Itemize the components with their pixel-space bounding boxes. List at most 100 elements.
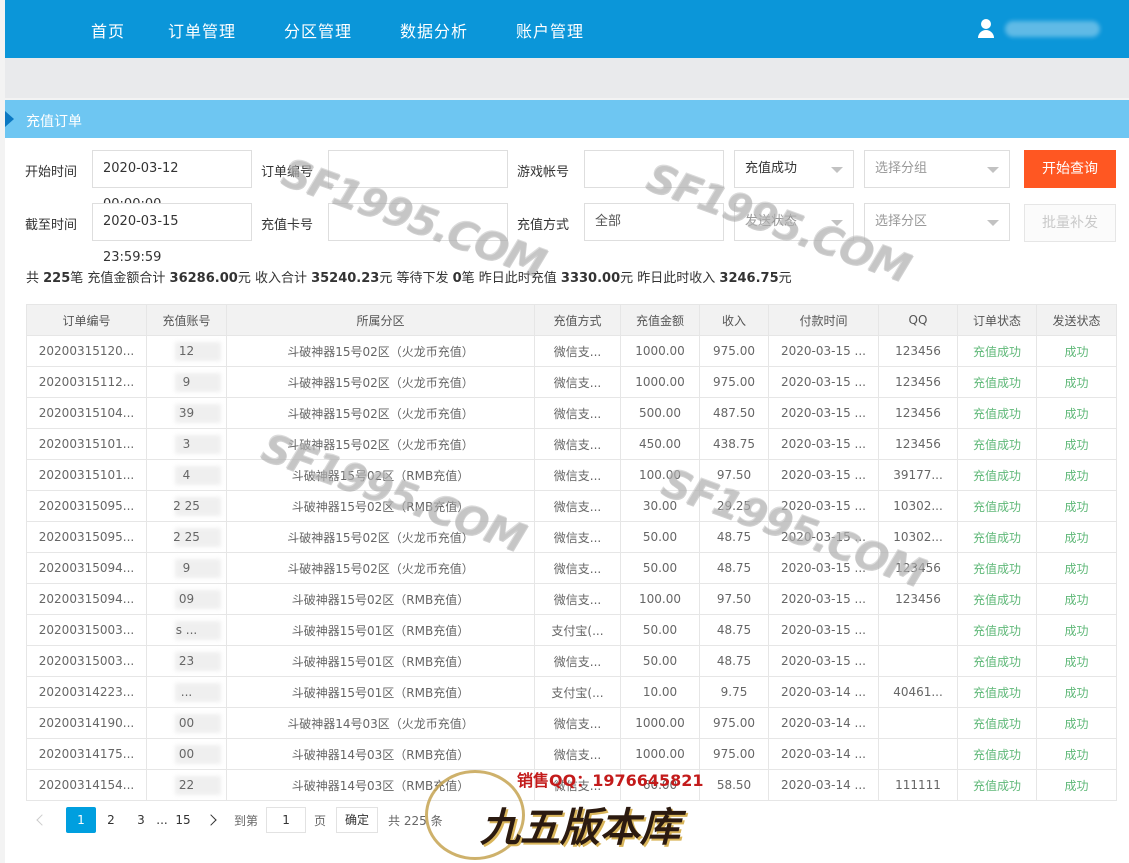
table-row[interactable]: 20200315094... 09 斗破神器15号02区（RMB充值） 微信支... 1… [26, 583, 1117, 615]
chevron-down-icon [987, 220, 999, 226]
nav-item-home[interactable]: 首页 [91, 18, 125, 42]
page-button-current[interactable]: 1 [66, 807, 96, 833]
table-row[interactable]: 20200315104... 39 斗破神器15号02区（火龙币充值） 微信支... 5… [26, 397, 1117, 429]
column-header[interactable]: 充值金额 [620, 304, 700, 336]
summary-text: 元 [778, 271, 792, 286]
nav-item-analytics[interactable]: 数据分析 [400, 18, 468, 42]
table-row[interactable]: 20200315003... s ... 斗破神器15号01区（RMB充值） 支付宝(… [26, 614, 1117, 646]
account-text: 3 [182, 437, 191, 451]
column-header[interactable]: 收入 [699, 304, 769, 336]
qq-cell: 10302... [878, 521, 958, 553]
table-row[interactable]: 20200315094... 9 斗破神器15号02区（火龙币充值） 微信支... 50… [26, 552, 1117, 584]
order-no-cell: 20200315094... [26, 583, 147, 615]
pay-method-cell: 微信支... [534, 521, 621, 553]
order-no-cell: 20200315095... [26, 521, 147, 553]
send-status-select[interactable]: 发送状态 [734, 203, 854, 241]
table-row[interactable]: 20200315003... 23 斗破神器15号01区（RMB充值） 微信支... 5… [26, 645, 1117, 677]
amount-cell: 50.00 [620, 614, 700, 646]
logo-text: 九五版本库 [480, 804, 680, 851]
prev-page-button[interactable] [26, 807, 56, 833]
table-row[interactable]: 20200314223...... 斗破神器15号01区（RMB充值） 支付宝(..… [26, 676, 1117, 708]
table-row[interactable]: 20200314190... 00 斗破神器14号03区（火龙币充值） 微信支... 1… [26, 707, 1117, 739]
pay-time-cell: 2020-03-14 ... [768, 769, 879, 801]
game-account-input[interactable] [584, 150, 724, 188]
table-row[interactable]: 20200315095... 2 25 斗破神器15号02区（RMB充值） 微信支..… [26, 490, 1117, 522]
table-row[interactable]: 20200315101... 4 斗破神器15号02区（RMB充值） 微信支... 10… [26, 459, 1117, 491]
goto-confirm-button[interactable]: 确定 [336, 807, 379, 833]
zone-cell: 斗破神器15号02区（RMB充值） [226, 459, 535, 491]
chevron-down-icon [831, 167, 843, 173]
order-status-cell: 充值成功 [957, 552, 1037, 584]
column-header[interactable]: 充值账号 [146, 304, 227, 336]
card-no-input[interactable] [328, 203, 508, 241]
zone-cell: 斗破神器15号02区（火龙币充值） [226, 428, 535, 460]
goto-page-input[interactable]: 1 [266, 807, 307, 833]
zone-select[interactable]: 选择分区 [864, 203, 1010, 241]
order-no-cell: 20200314154... [26, 769, 147, 801]
income-cell: 975.00 [699, 366, 769, 398]
account-cell: 3 [146, 428, 227, 460]
recharge-status-select[interactable]: 充值成功 [734, 150, 854, 188]
order-no-cell: 20200315003... [26, 645, 147, 677]
page-button-last[interactable]: 15 [168, 807, 198, 833]
pay-time-cell: 2020-03-15 ... [768, 428, 879, 460]
amount-cell: 1000.00 [620, 335, 700, 367]
pay-method-select[interactable]: 全部 [584, 203, 724, 241]
send-status-cell: 成功 [1036, 397, 1117, 429]
nav-item-account[interactable]: 账户管理 [516, 18, 584, 42]
table-row[interactable]: 20200315112... 9 斗破神器15号02区（火龙币充值） 微信支... 10… [26, 366, 1117, 398]
end-time-input[interactable]: 2020-03-15 23:59:59 [92, 203, 252, 265]
column-header[interactable]: 充值方式 [534, 304, 621, 336]
start-query-button[interactable]: 开始查询 [1024, 150, 1116, 188]
account-text: 39 [178, 406, 195, 420]
account-cell: 23 [146, 645, 227, 677]
order-status-cell: 充值成功 [957, 490, 1037, 522]
account-text: 9 [182, 561, 191, 575]
income-cell: 975.00 [699, 707, 769, 739]
table-row[interactable]: 20200315101... 3 斗破神器15号02区（火龙币充值） 微信支... 45… [26, 428, 1117, 460]
nav-item-orders[interactable]: 订单管理 [168, 18, 236, 42]
table-row[interactable]: 20200315120... 12 斗破神器15号02区（火龙币充值） 微信支... 1… [26, 335, 1117, 367]
user-menu[interactable] [977, 18, 1100, 40]
order-status-cell: 充值成功 [957, 397, 1037, 429]
column-header[interactable]: 订单编号 [26, 304, 147, 336]
order-status-cell: 充值成功 [957, 521, 1037, 553]
zone-cell: 斗破神器15号01区（RMB充值） [226, 676, 535, 708]
amount-cell: 500.00 [620, 397, 700, 429]
column-header[interactable]: 订单状态 [957, 304, 1037, 336]
nav-item-zones[interactable]: 分区管理 [284, 18, 352, 42]
page-button[interactable]: 3 [126, 807, 156, 833]
column-header[interactable]: 发送状态 [1036, 304, 1117, 336]
pay-time-cell: 2020-03-15 ... [768, 335, 879, 367]
start-time-input[interactable]: 2020-03-12 00:00:00 [92, 150, 252, 212]
page-button[interactable]: 2 [96, 807, 126, 833]
next-page-button[interactable] [198, 807, 228, 833]
account-text: 23 [178, 654, 195, 668]
table-row[interactable]: 20200315095... 2 25 斗破神器15号02区（火龙币充值） 微信支..… [26, 521, 1117, 553]
chevron-right-icon [205, 814, 217, 826]
redaction-blur [175, 435, 221, 454]
chevron-left-icon [36, 814, 48, 826]
qq-cell [878, 614, 958, 646]
pay-method-cell: 微信支... [534, 707, 621, 739]
logo-qq-text: 销售QQ：1976645821 [517, 771, 704, 790]
summary-yesterday-income: 3246.75 [719, 271, 779, 286]
column-header[interactable]: 所属分区 [226, 304, 535, 336]
column-header[interactable]: 付款时间 [768, 304, 879, 336]
income-cell: 487.50 [699, 397, 769, 429]
qq-cell: 123456 [878, 366, 958, 398]
qq-cell: 123456 [878, 428, 958, 460]
qq-cell [878, 738, 958, 770]
summary-count: 225 [43, 271, 71, 286]
amount-cell: 50.00 [620, 552, 700, 584]
summary-amount: 36286.00 [169, 271, 238, 286]
goto-label: 到第 [234, 813, 259, 828]
panel-header: 充值订单 [5, 100, 1129, 138]
table-row[interactable]: 20200314175... 00 斗破神器14号03区（RMB充值） 微信支... 1… [26, 738, 1117, 770]
column-header[interactable]: QQ [878, 304, 958, 336]
summary-yesterday-amount: 3330.00 [560, 271, 621, 286]
zone-placeholder: 选择分区 [875, 214, 928, 229]
group-select[interactable]: 选择分组 [864, 150, 1010, 188]
send-status-cell: 成功 [1036, 521, 1117, 553]
order-no-input[interactable] [328, 150, 508, 188]
